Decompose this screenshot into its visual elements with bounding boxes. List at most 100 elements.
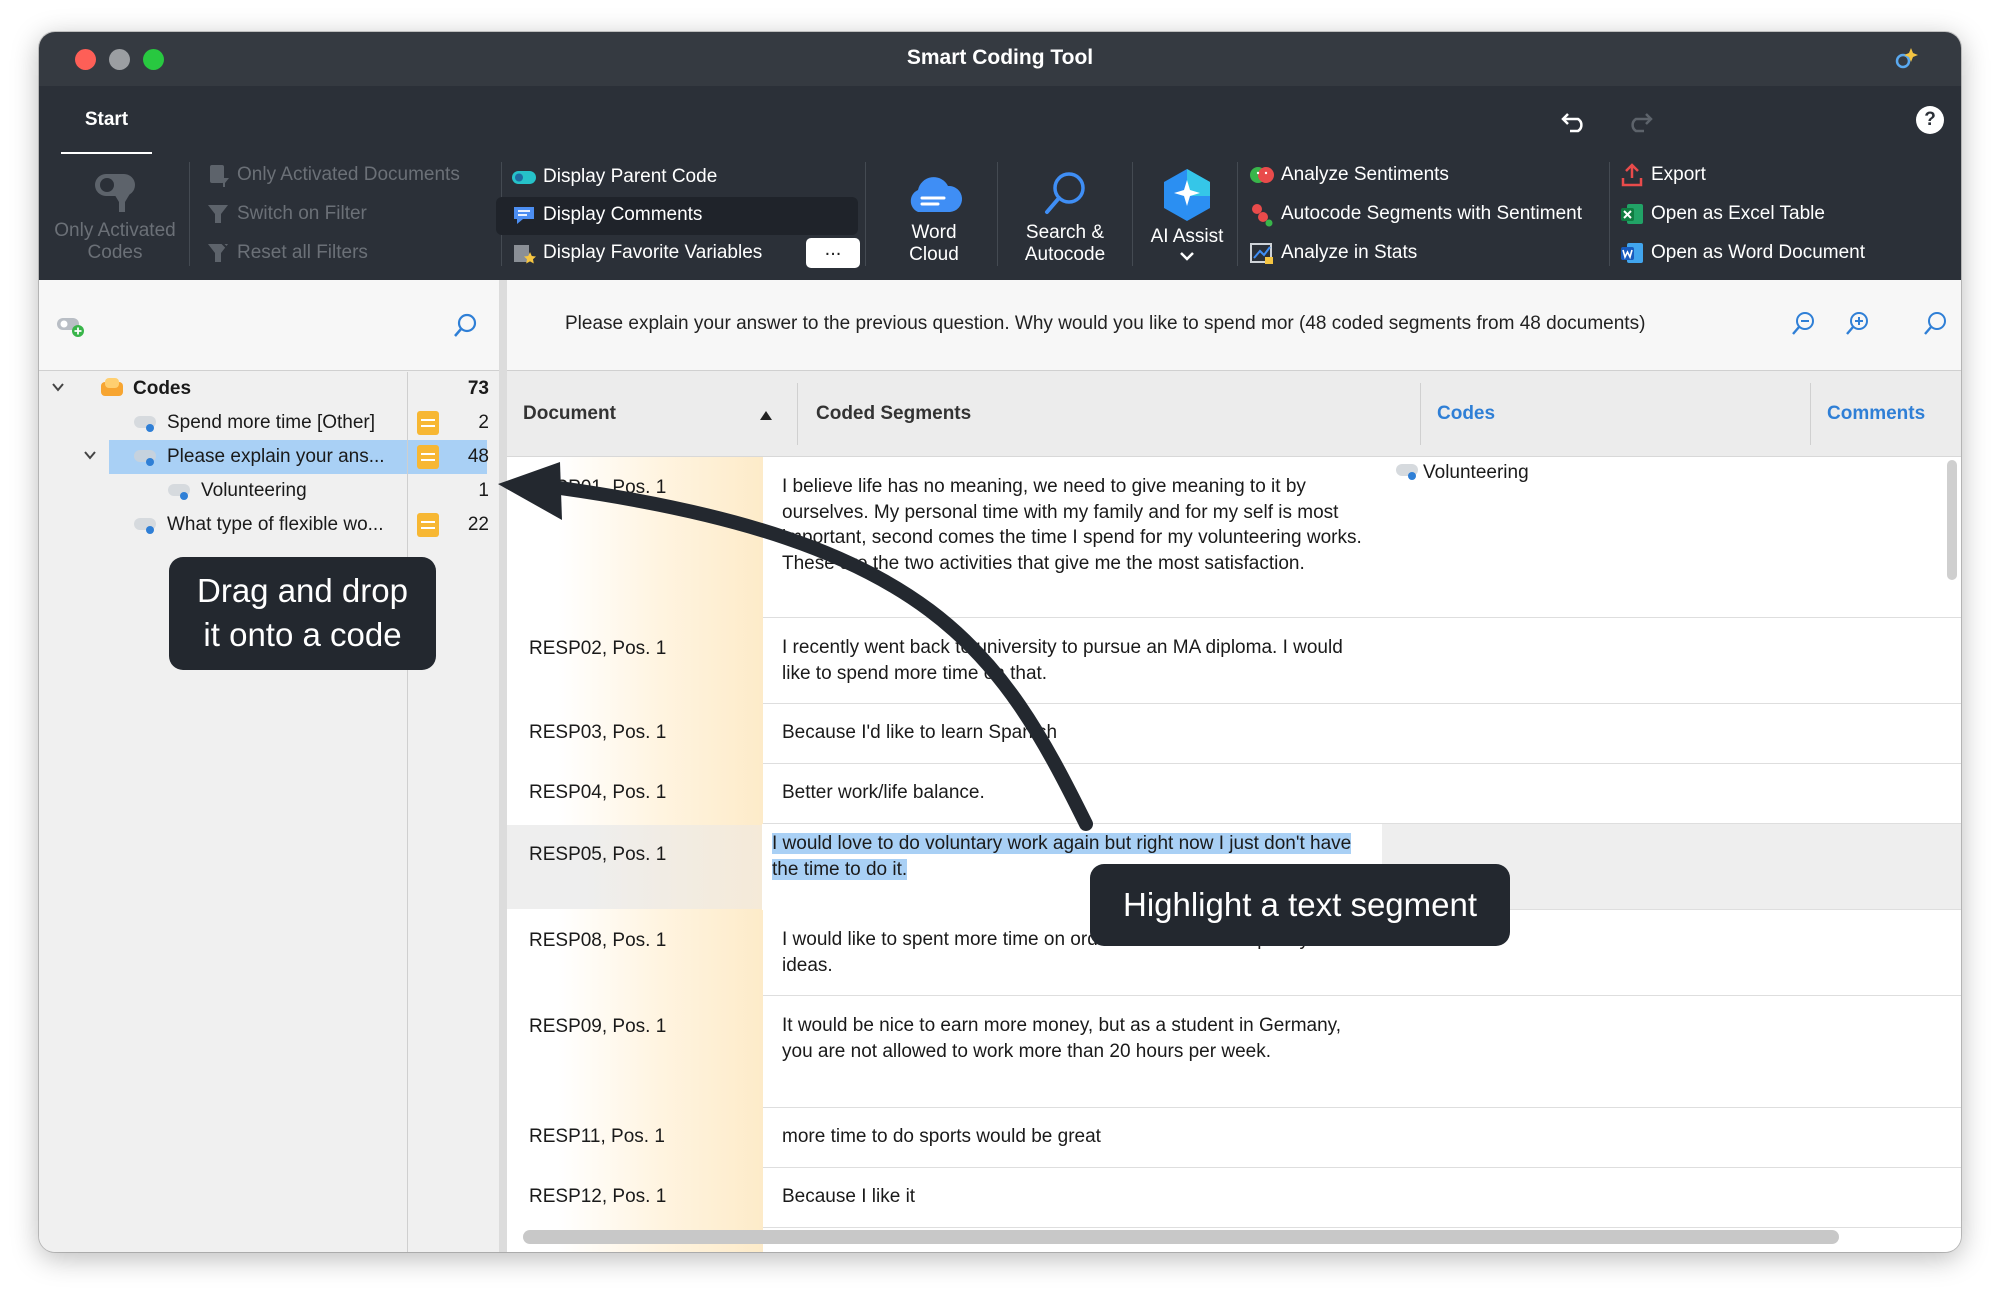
codes-cell: Volunteering (1395, 462, 1529, 484)
open-word-button[interactable]: Open as Word Document (1619, 240, 1865, 266)
tree-row-code-selected[interactable]: Please explain your ans... 48 (39, 440, 499, 474)
zoom-out-icon[interactable] (1789, 310, 1817, 338)
column-header-comments[interactable]: Comments (1827, 403, 1925, 425)
memo-icon[interactable] (417, 445, 439, 469)
sort-ascending-icon[interactable] (759, 409, 773, 421)
tab-start[interactable]: Start (61, 86, 152, 156)
ribbon-divider (997, 162, 998, 266)
code-icon (134, 450, 156, 466)
memo-icon[interactable] (417, 411, 439, 435)
codes-pane-toolbar (39, 280, 499, 371)
horizontal-scrollbar[interactable] (523, 1230, 1839, 1244)
export-label: Export (1651, 164, 1706, 185)
word-cloud-button[interactable]: Word Cloud (879, 172, 989, 266)
autocode-sentiment-button[interactable]: Autocode Segments with Sentiment (1249, 201, 1582, 227)
row-cells: RESP11, Pos. 1 more time to do sports wo… (507, 1108, 1961, 1168)
zoom-in-icon[interactable] (1843, 310, 1871, 338)
filter-codes-icon (95, 174, 135, 212)
row-cells: RESP12, Pos. 1 Because I like it (507, 1168, 1961, 1228)
document-cell: RESP02, Pos. 1 (529, 638, 667, 659)
row-cells: RESP04, Pos. 1 Better work/life balance. (507, 764, 1961, 824)
drag-drop-callout: Drag and drop it onto a code (169, 557, 436, 670)
tree-count: 48 (467, 446, 489, 467)
document-cell: RESP05, Pos. 1 (529, 844, 667, 865)
chevron-down-icon[interactable] (83, 448, 97, 462)
ai-assist-label: AI Assist (1150, 226, 1224, 247)
search-icon[interactable] (451, 312, 479, 340)
segment-cell[interactable]: more time to do sports would be great (782, 1124, 1362, 1150)
tree-row-codes-root[interactable]: Codes 73 (39, 372, 499, 406)
header-separator (797, 383, 798, 445)
redo-icon[interactable] (1624, 104, 1656, 136)
reset-all-filters-button[interactable]: Reset all Filters (205, 240, 368, 266)
only-activated-documents-button[interactable]: Only Activated Documents (205, 162, 460, 188)
only-activated-documents-label: Only Activated Documents (237, 164, 460, 185)
segment-cell[interactable]: Better work/life balance. (782, 780, 1362, 806)
display-parent-code-toggle[interactable]: Display Parent Code (511, 164, 717, 190)
segment-cell[interactable]: Because I like it (782, 1184, 1362, 1210)
code-label[interactable]: Volunteering (1423, 462, 1529, 484)
tree-column-separator (407, 372, 408, 1252)
tree-label: What type of flexible wo... (167, 514, 384, 535)
search-icon[interactable] (1921, 310, 1949, 338)
row-cells: RESP02, Pos. 1 I recently went back to u… (507, 618, 1961, 704)
sentiment-icon (1250, 167, 1274, 183)
autocode-sentiment-icon (1252, 204, 1273, 227)
code-icon (134, 416, 156, 432)
search-autocode-label-1: Search & (1025, 222, 1105, 243)
segment-cell[interactable]: I recently went back to university to pu… (782, 635, 1362, 686)
search-autocode-button[interactable]: Search & Autocode (1005, 168, 1125, 266)
reset-filter-icon (208, 242, 229, 262)
chevron-down-icon (1180, 252, 1194, 261)
undo-icon[interactable] (1558, 104, 1590, 136)
switch-on-filter-button[interactable]: Switch on Filter (205, 201, 367, 227)
document-cell: RESP08, Pos. 1 (529, 930, 667, 951)
tree-label: Please explain your ans... (167, 446, 385, 467)
export-button[interactable]: Export (1619, 162, 1706, 188)
row-cells: RESP09, Pos. 1 It would be nice to earn … (507, 996, 1961, 1108)
tree-row-subcode[interactable]: Volunteering 1 (39, 474, 499, 508)
code-icon (168, 484, 190, 500)
pane-splitter[interactable] (499, 280, 507, 1252)
display-parent-code-label: Display Parent Code (543, 166, 718, 187)
analyze-in-stats-button[interactable]: Analyze in Stats (1249, 240, 1417, 266)
drag-drop-callout-line-2: it onto a code (203, 616, 402, 653)
code-icon (1396, 464, 1418, 480)
ribbon-divider (189, 162, 190, 266)
new-code-icon[interactable] (55, 314, 85, 338)
open-excel-button[interactable]: Open as Excel Table (1619, 201, 1825, 227)
search-icon (1045, 172, 1085, 214)
export-icon (1621, 163, 1643, 187)
column-header-codes[interactable]: Codes (1437, 403, 1495, 425)
segment-cell[interactable]: It would be nice to earn more money, but… (782, 1013, 1362, 1064)
row-cells: RESP03, Pos. 1 Because I'd like to learn… (507, 704, 1961, 764)
ai-assist-button[interactable]: AI Assist (1137, 166, 1237, 266)
chevron-down-icon[interactable] (51, 380, 65, 394)
only-activated-codes-button[interactable]: Only Activated Codes (47, 168, 183, 264)
autocode-sentiment-label: Autocode Segments with Sentiment (1281, 203, 1583, 224)
column-header-document[interactable]: Document (523, 403, 616, 425)
display-favorite-variables-toggle[interactable]: Display Favorite Variables (511, 240, 762, 266)
segment-cell[interactable]: Because I'd like to learn Spanish (782, 720, 1362, 746)
tree-row-code[interactable]: Spend more time [Other] 2 (39, 406, 499, 440)
document-cell: RESP01, Pos. 1 (529, 477, 667, 498)
analyze-in-stats-label: Analyze in Stats (1281, 242, 1418, 263)
document-cell: RESP09, Pos. 1 (529, 1016, 667, 1037)
column-header-coded-segments[interactable]: Coded Segments (816, 403, 971, 425)
segments-info-text: Please explain your answer to the previo… (565, 313, 1646, 334)
only-activated-codes-label: Only Activated Codes (54, 220, 176, 263)
segment-cell[interactable]: I believe life has no meaning, we need t… (782, 474, 1362, 576)
memo-icon[interactable] (417, 513, 439, 537)
vertical-scrollbar[interactable] (1947, 460, 1957, 580)
tree-count: 1 (478, 480, 489, 501)
drag-drop-callout-line-1: Drag and drop (197, 572, 408, 609)
header-separator (1420, 383, 1421, 445)
tree-row-code[interactable]: What type of flexible wo... 22 (39, 508, 499, 542)
document-cell: RESP03, Pos. 1 (529, 722, 667, 743)
analyze-sentiments-button[interactable]: Analyze Sentiments (1249, 162, 1449, 188)
more-options-button[interactable]: ... (806, 238, 860, 268)
help-button[interactable]: ? (1916, 106, 1944, 134)
display-comments-toggle[interactable]: Display Comments (511, 202, 702, 228)
display-favorite-variables-label: Display Favorite Variables (543, 242, 763, 263)
ai-sparkle-icon[interactable] (1891, 44, 1921, 74)
